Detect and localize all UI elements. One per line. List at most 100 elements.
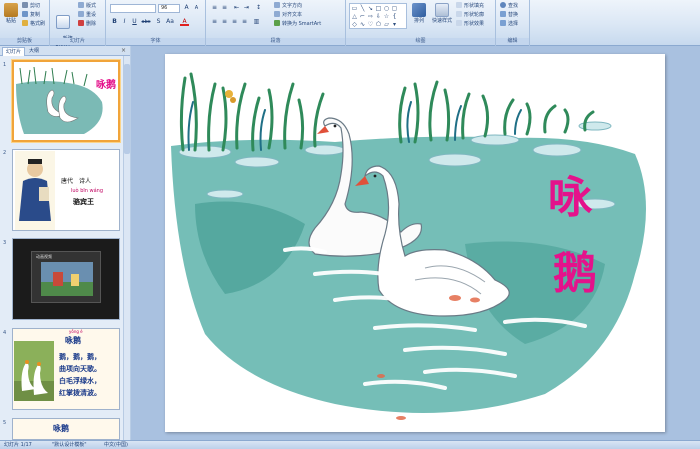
rounded-rect-shape-icon[interactable]: ▢ xyxy=(391,5,398,12)
poet-portrait-image xyxy=(15,151,55,230)
tab-outline[interactable]: 大纲 xyxy=(26,47,42,56)
shape-effects-button[interactable]: 形状效果 xyxy=(456,20,484,28)
textbox-shape-icon[interactable]: ▭ xyxy=(351,5,358,12)
smartart-button[interactable]: 转换为 SmartArt xyxy=(274,20,321,28)
align-right-icon[interactable]: ≡ xyxy=(230,18,239,26)
cut-button[interactable]: 剪切 xyxy=(22,2,40,10)
numbering-icon[interactable]: ≡ xyxy=(220,4,229,12)
editing-group: 查找 替换 选择 编辑 xyxy=(496,0,530,46)
font-color-button[interactable]: A xyxy=(180,18,189,26)
arrow-shape-icon[interactable]: ↘ xyxy=(367,5,374,12)
underline-button[interactable]: U xyxy=(130,18,139,26)
layout-icon xyxy=(78,2,84,8)
drawing-group: ▭ ╲ ↘ □ ○ ▢ △ ⌐ ⇨ ⇩ ☆ { ◇ ∿ ♡ ⬠ ▱ ▾ 排列 快… xyxy=(346,0,496,46)
paste-icon xyxy=(4,3,18,17)
slide-thumbnail-2[interactable]: 唐代 诗人 luò bīn wáng 骆宾王 xyxy=(12,149,120,231)
arrange-button[interactable]: 排列 xyxy=(410,3,428,24)
slide-thumbnail-4[interactable]: yǒng é 咏鹅 鹅，鹅，鹅， 曲项向天歌。 白毛浮绿水， 红掌拨清波。 xyxy=(12,328,120,410)
slide-2-pinyin: luò bīn wáng xyxy=(71,188,104,194)
replace-button[interactable]: 替换 xyxy=(500,11,518,19)
find-button[interactable]: 查找 xyxy=(500,2,518,10)
align-center-icon[interactable]: ≡ xyxy=(220,18,229,26)
curve-shape-icon[interactable]: ∿ xyxy=(359,21,366,28)
reset-button[interactable]: 重设 xyxy=(78,11,96,19)
video-player[interactable]: 动画视频 xyxy=(31,251,101,303)
editing-group-label: 编辑 xyxy=(496,38,529,45)
heart-shape-icon[interactable]: ♡ xyxy=(367,21,374,28)
text-direction-button[interactable]: 文字方向 xyxy=(274,2,302,10)
copy-button[interactable]: 复制 xyxy=(22,11,40,19)
text-shadow-button[interactable]: S xyxy=(154,18,163,26)
paragraph-group: ≡ ≡ ⇤ ⇥ ↕ ≡ ≡ ≡ ≡ ▥ 文字方向 对齐文本 转换为 SmartA… xyxy=(206,0,346,46)
select-button[interactable]: 选择 xyxy=(500,20,518,28)
increase-indent-icon[interactable]: ⇥ xyxy=(242,4,251,12)
slide-number: 4 xyxy=(3,330,7,336)
tab-slides[interactable]: 幻灯片 xyxy=(2,47,26,56)
line-spacing-icon[interactable]: ↕ xyxy=(254,4,263,12)
strikethrough-button[interactable]: abc xyxy=(140,18,152,26)
callout-shape-icon[interactable]: ◇ xyxy=(351,21,358,28)
more-shapes-icon[interactable]: ▾ xyxy=(391,21,398,28)
drawing-group-label: 绘图 xyxy=(346,38,495,45)
replace-icon xyxy=(500,11,506,17)
slide-thumbnail-1[interactable]: 咏鹅 xyxy=(12,60,120,142)
oval-shape-icon[interactable]: ○ xyxy=(383,5,390,12)
slide-number: 2 xyxy=(3,150,7,156)
font-group: 96 A A B I U abc S Aa A 字体 xyxy=(106,0,206,46)
language-indicator: 中文(中国) xyxy=(104,442,128,448)
triangle-shape-icon[interactable]: △ xyxy=(351,13,358,20)
font-name-select[interactable] xyxy=(110,4,156,13)
status-bar: 幻灯片 1/17 "默认设计模板" 中文(中国) xyxy=(0,440,700,449)
close-icon[interactable]: × xyxy=(121,47,126,54)
shrink-font-icon[interactable]: A xyxy=(192,4,201,12)
slide-title-char-2[interactable]: 鹅 xyxy=(553,250,597,298)
decrease-indent-icon[interactable]: ⇤ xyxy=(232,4,241,12)
line-shape-icon[interactable]: ╲ xyxy=(359,5,366,12)
arrow-down-shape-icon[interactable]: ⇩ xyxy=(375,13,382,20)
fill-bucket-icon xyxy=(456,2,462,8)
panel-scrollbar[interactable] xyxy=(123,56,130,440)
current-slide[interactable]: 咏 鹅 xyxy=(165,54,665,432)
arrow-right-shape-icon[interactable]: ⇨ xyxy=(367,13,374,20)
star-shape-icon[interactable]: ☆ xyxy=(383,13,390,20)
poem-line: 曲项向天歌。 xyxy=(59,365,101,373)
slide-counter: 幻灯片 1/17 xyxy=(4,442,32,448)
grow-font-icon[interactable]: A xyxy=(182,4,191,12)
rectangle-shape-icon[interactable]: □ xyxy=(375,5,382,12)
brace-shape-icon[interactable]: { xyxy=(391,13,398,20)
align-left-icon[interactable]: ≡ xyxy=(210,18,219,26)
delete-slide-button[interactable]: 删除 xyxy=(78,20,96,28)
clipboard-group-label: 剪贴板 xyxy=(0,38,49,45)
paste-button[interactable]: 粘贴 xyxy=(3,3,19,24)
font-size-select[interactable]: 96 xyxy=(158,4,180,13)
scrollbar-thumb[interactable] xyxy=(124,64,130,154)
shape-fill-button[interactable]: 形状填充 xyxy=(456,2,484,10)
effects-icon xyxy=(456,20,462,26)
slide-thumbnail-3[interactable]: 动画视频 xyxy=(12,238,120,320)
smartart-icon xyxy=(274,20,280,26)
find-icon xyxy=(500,2,506,8)
align-text-button[interactable]: 对齐文本 xyxy=(274,11,302,19)
video-caption: 动画视频 xyxy=(36,254,52,259)
shape-outline-button[interactable]: 形状轮廓 xyxy=(456,11,484,19)
shapes-gallery[interactable]: ▭ ╲ ↘ □ ○ ▢ △ ⌐ ⇨ ⇩ ☆ { ◇ ∿ ♡ ⬠ ▱ ▾ xyxy=(349,3,407,29)
slide-editor: 咏 鹅 xyxy=(131,46,700,440)
change-case-button[interactable]: Aa xyxy=(164,18,176,26)
bold-button[interactable]: B xyxy=(110,18,119,26)
pentagon-shape-icon[interactable]: ⬠ xyxy=(375,21,382,28)
parallelogram-shape-icon[interactable]: ▱ xyxy=(383,21,390,28)
justify-icon[interactable]: ≡ xyxy=(240,18,249,26)
bullets-icon[interactable]: ≡ xyxy=(210,4,219,12)
paragraph-group-label: 段落 xyxy=(206,38,345,45)
arrange-icon xyxy=(412,3,426,17)
layout-button[interactable]: 版式 xyxy=(78,2,96,10)
slide-title-char-1[interactable]: 咏 xyxy=(548,174,592,222)
italic-button[interactable]: I xyxy=(120,18,129,26)
slide-thumbnail-5[interactable]: 咏鹅 xyxy=(12,418,120,440)
columns-icon[interactable]: ▥ xyxy=(252,18,261,26)
format-painter-button[interactable]: 格式刷 xyxy=(22,20,45,28)
align-text-icon xyxy=(274,11,280,17)
quick-styles-button[interactable]: 快速样式 xyxy=(430,3,454,24)
elbow-shape-icon[interactable]: ⌐ xyxy=(359,13,366,20)
scissors-icon xyxy=(22,2,28,8)
